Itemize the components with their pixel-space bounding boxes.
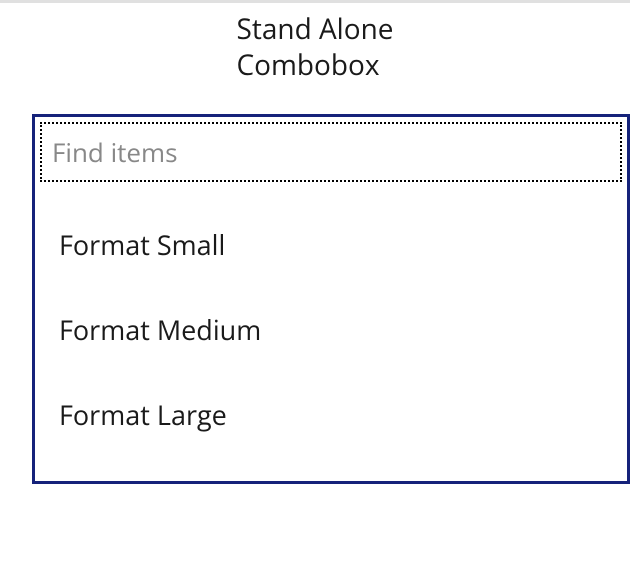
option-format-medium[interactable]: Format Medium <box>35 287 627 372</box>
search-input[interactable] <box>40 122 622 182</box>
option-format-small[interactable]: Format Small <box>35 202 627 287</box>
title-line-2: Combobox <box>237 46 380 84</box>
options-list: Format Small Format Medium Format Large <box>35 182 627 481</box>
combobox[interactable]: Format Small Format Medium Format Large <box>32 114 630 484</box>
title-line-1: Stand Alone <box>237 10 394 48</box>
search-wrapper <box>35 117 627 182</box>
page-title: Stand Alone Combobox <box>237 11 394 84</box>
title-container: Stand Alone Combobox <box>0 3 630 114</box>
option-format-large[interactable]: Format Large <box>35 372 627 457</box>
